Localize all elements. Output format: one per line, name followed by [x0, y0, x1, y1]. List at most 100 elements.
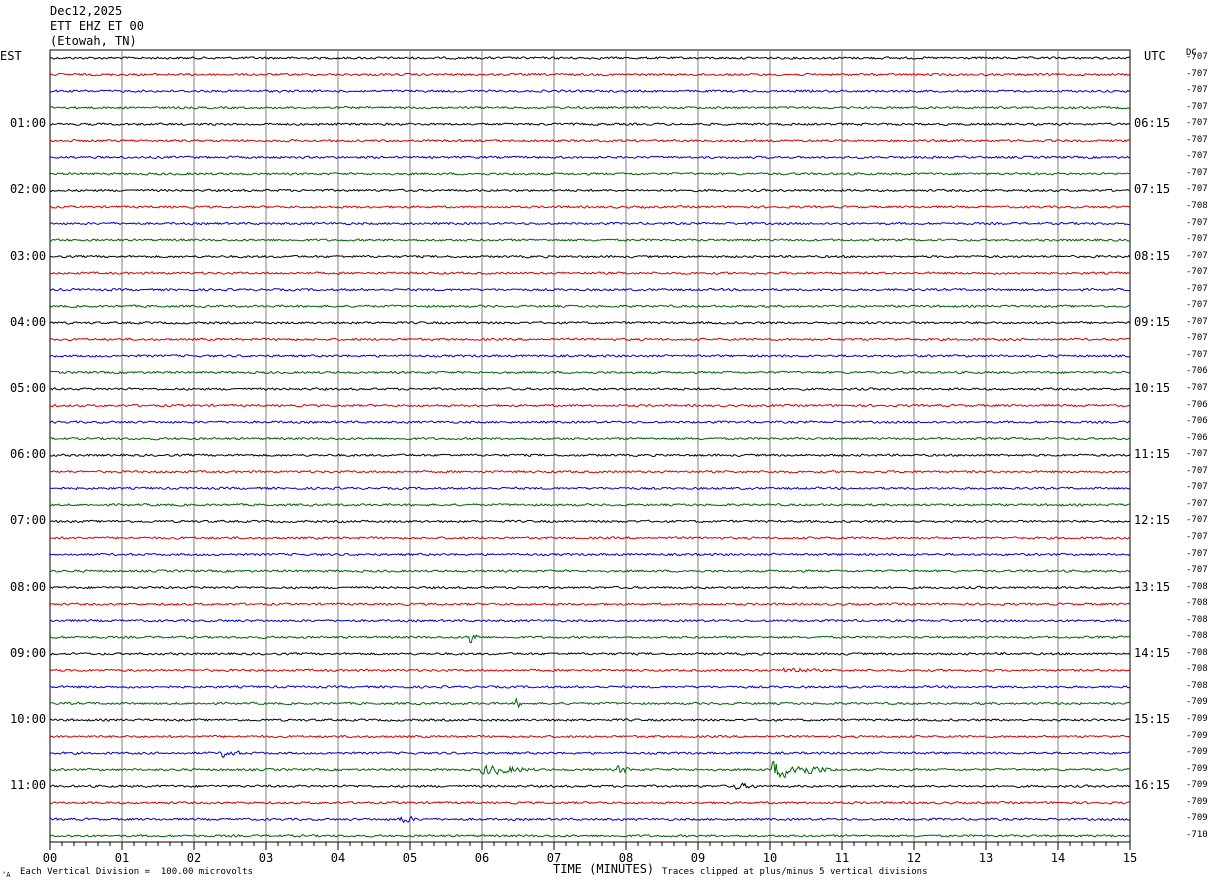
x-tick-label: 14	[1051, 851, 1065, 865]
dc-offset-label: -707	[1186, 52, 1208, 62]
trace-row	[49, 552, 1131, 557]
x-tick-label: 11	[835, 851, 849, 865]
left-time-label: 10:00	[10, 712, 47, 726]
right-time-label: 15:15	[1134, 712, 1171, 726]
left-time-label: 11:00	[10, 778, 47, 793]
dc-offset-label: -708	[1186, 631, 1208, 642]
dc-offset-label: -707	[1186, 283, 1208, 294]
trace-row	[49, 205, 1131, 209]
right-time-label: 07:15	[1134, 182, 1171, 197]
dc-offset-label: -708	[1186, 614, 1208, 625]
x-tick-label: 03	[259, 851, 273, 865]
x-tick-label: 02	[187, 851, 201, 865]
dc-offset-label: -707	[1186, 449, 1208, 460]
trace-row	[49, 370, 1131, 375]
trace-row	[49, 469, 1131, 474]
trace-row	[49, 89, 1131, 93]
trace-row	[49, 652, 1131, 656]
left-time-label: 03:00	[10, 248, 47, 263]
dc-offset-label: -707	[1186, 465, 1208, 476]
left-time-label: 09:00	[10, 645, 47, 660]
dc-offset-label: -707	[1186, 267, 1208, 278]
trace-row	[49, 685, 1131, 689]
dc-offset-label: -707	[1186, 316, 1208, 327]
trace-row	[49, 697, 1131, 709]
clip-note: Traces clipped at plus/minus 5 vertical …	[662, 867, 928, 877]
dc-offset-label: -709	[1186, 813, 1208, 824]
right-time-label: 12:15	[1134, 513, 1171, 528]
dc-offset-label: -707	[1186, 333, 1208, 344]
plot-frame	[49, 49, 1131, 843]
dc-offset-label: -707	[1186, 85, 1208, 96]
right-time-label: 08:15	[1134, 248, 1171, 263]
dc-offset-label: -707	[1186, 349, 1208, 360]
dc-offset-label: -706	[1186, 366, 1208, 377]
trace-row	[49, 782, 1131, 791]
dc-offset-label: -709	[1186, 780, 1208, 791]
dc-offset-label: -707	[1186, 548, 1208, 559]
trace-row	[49, 834, 1131, 838]
dc-offset-label: -707	[1186, 482, 1208, 493]
trace-row	[49, 122, 1131, 126]
right-time-label: 13:15	[1134, 579, 1171, 594]
trace-row	[49, 436, 1131, 441]
trace-row	[49, 420, 1131, 424]
dc-offset-label: -708	[1186, 664, 1208, 675]
trace-row	[49, 800, 1131, 805]
dc-offset-label: -707	[1186, 184, 1208, 195]
dc-offset-label: -709	[1186, 747, 1208, 758]
trace-row	[49, 304, 1131, 309]
trace-row	[49, 155, 1131, 160]
right-time-label: 10:15	[1134, 381, 1171, 395]
dc-offset-label: -707	[1186, 167, 1208, 178]
left-time-label: 07:00	[10, 513, 47, 528]
dc-offset-label: -708	[1186, 598, 1208, 609]
trace-row	[49, 337, 1131, 342]
trace-row	[49, 172, 1131, 176]
dc-offset-label: -707	[1186, 300, 1208, 311]
trace-row	[49, 138, 1131, 143]
right-time-label: 11:15	[1134, 447, 1171, 462]
left-time-label: 08:00	[10, 579, 47, 594]
trace-row	[49, 254, 1131, 259]
trace-row	[49, 519, 1131, 524]
dc-offset-label: -709	[1186, 796, 1208, 807]
dc-offset-label: -707	[1186, 383, 1208, 393]
dc-offset-label: -706	[1186, 399, 1208, 410]
dc-offset-label: -708	[1186, 680, 1208, 691]
trace-row	[49, 387, 1131, 391]
dc-offset-label: -707	[1186, 531, 1208, 542]
right-time-label: 06:15	[1134, 116, 1171, 131]
left-time-label: 02:00	[10, 182, 47, 197]
trace-row	[49, 667, 1131, 673]
dc-offset-label: -707	[1186, 134, 1208, 145]
trace-row	[49, 618, 1131, 623]
trace-row	[49, 486, 1131, 491]
corner-mark: ‘A	[2, 871, 11, 879]
trace-row	[49, 602, 1131, 606]
x-tick-label: 06	[475, 851, 489, 865]
left-time-label: 05:00	[10, 381, 47, 395]
dc-offset-label: -707	[1186, 250, 1208, 261]
x-tick-label: 05	[403, 851, 417, 865]
dc-offset-label: -706	[1186, 432, 1208, 443]
dc-offset-label: -707	[1186, 151, 1208, 162]
trace-row	[49, 271, 1131, 275]
dc-offset-label: -707	[1186, 217, 1208, 228]
trace-row	[49, 718, 1131, 722]
dc-offset-label: -709	[1186, 763, 1208, 774]
trace-row	[49, 815, 1131, 824]
trace-row	[49, 221, 1131, 226]
x-tick-label: 09	[691, 851, 705, 865]
left-time-label: 04:00	[10, 314, 47, 329]
trace-row	[49, 105, 1131, 110]
dc-offset-label: -708	[1186, 200, 1208, 211]
trace-row	[49, 750, 1131, 758]
x-tick-label: 00	[43, 851, 57, 865]
x-tick-label: 04	[331, 851, 345, 865]
trace-row	[49, 585, 1131, 590]
dc-offset-label: -709	[1186, 697, 1208, 708]
dc-offset-label: -707	[1186, 118, 1208, 129]
dc-offset-label: -709	[1186, 714, 1208, 724]
x-tick-label: 12	[907, 851, 921, 865]
